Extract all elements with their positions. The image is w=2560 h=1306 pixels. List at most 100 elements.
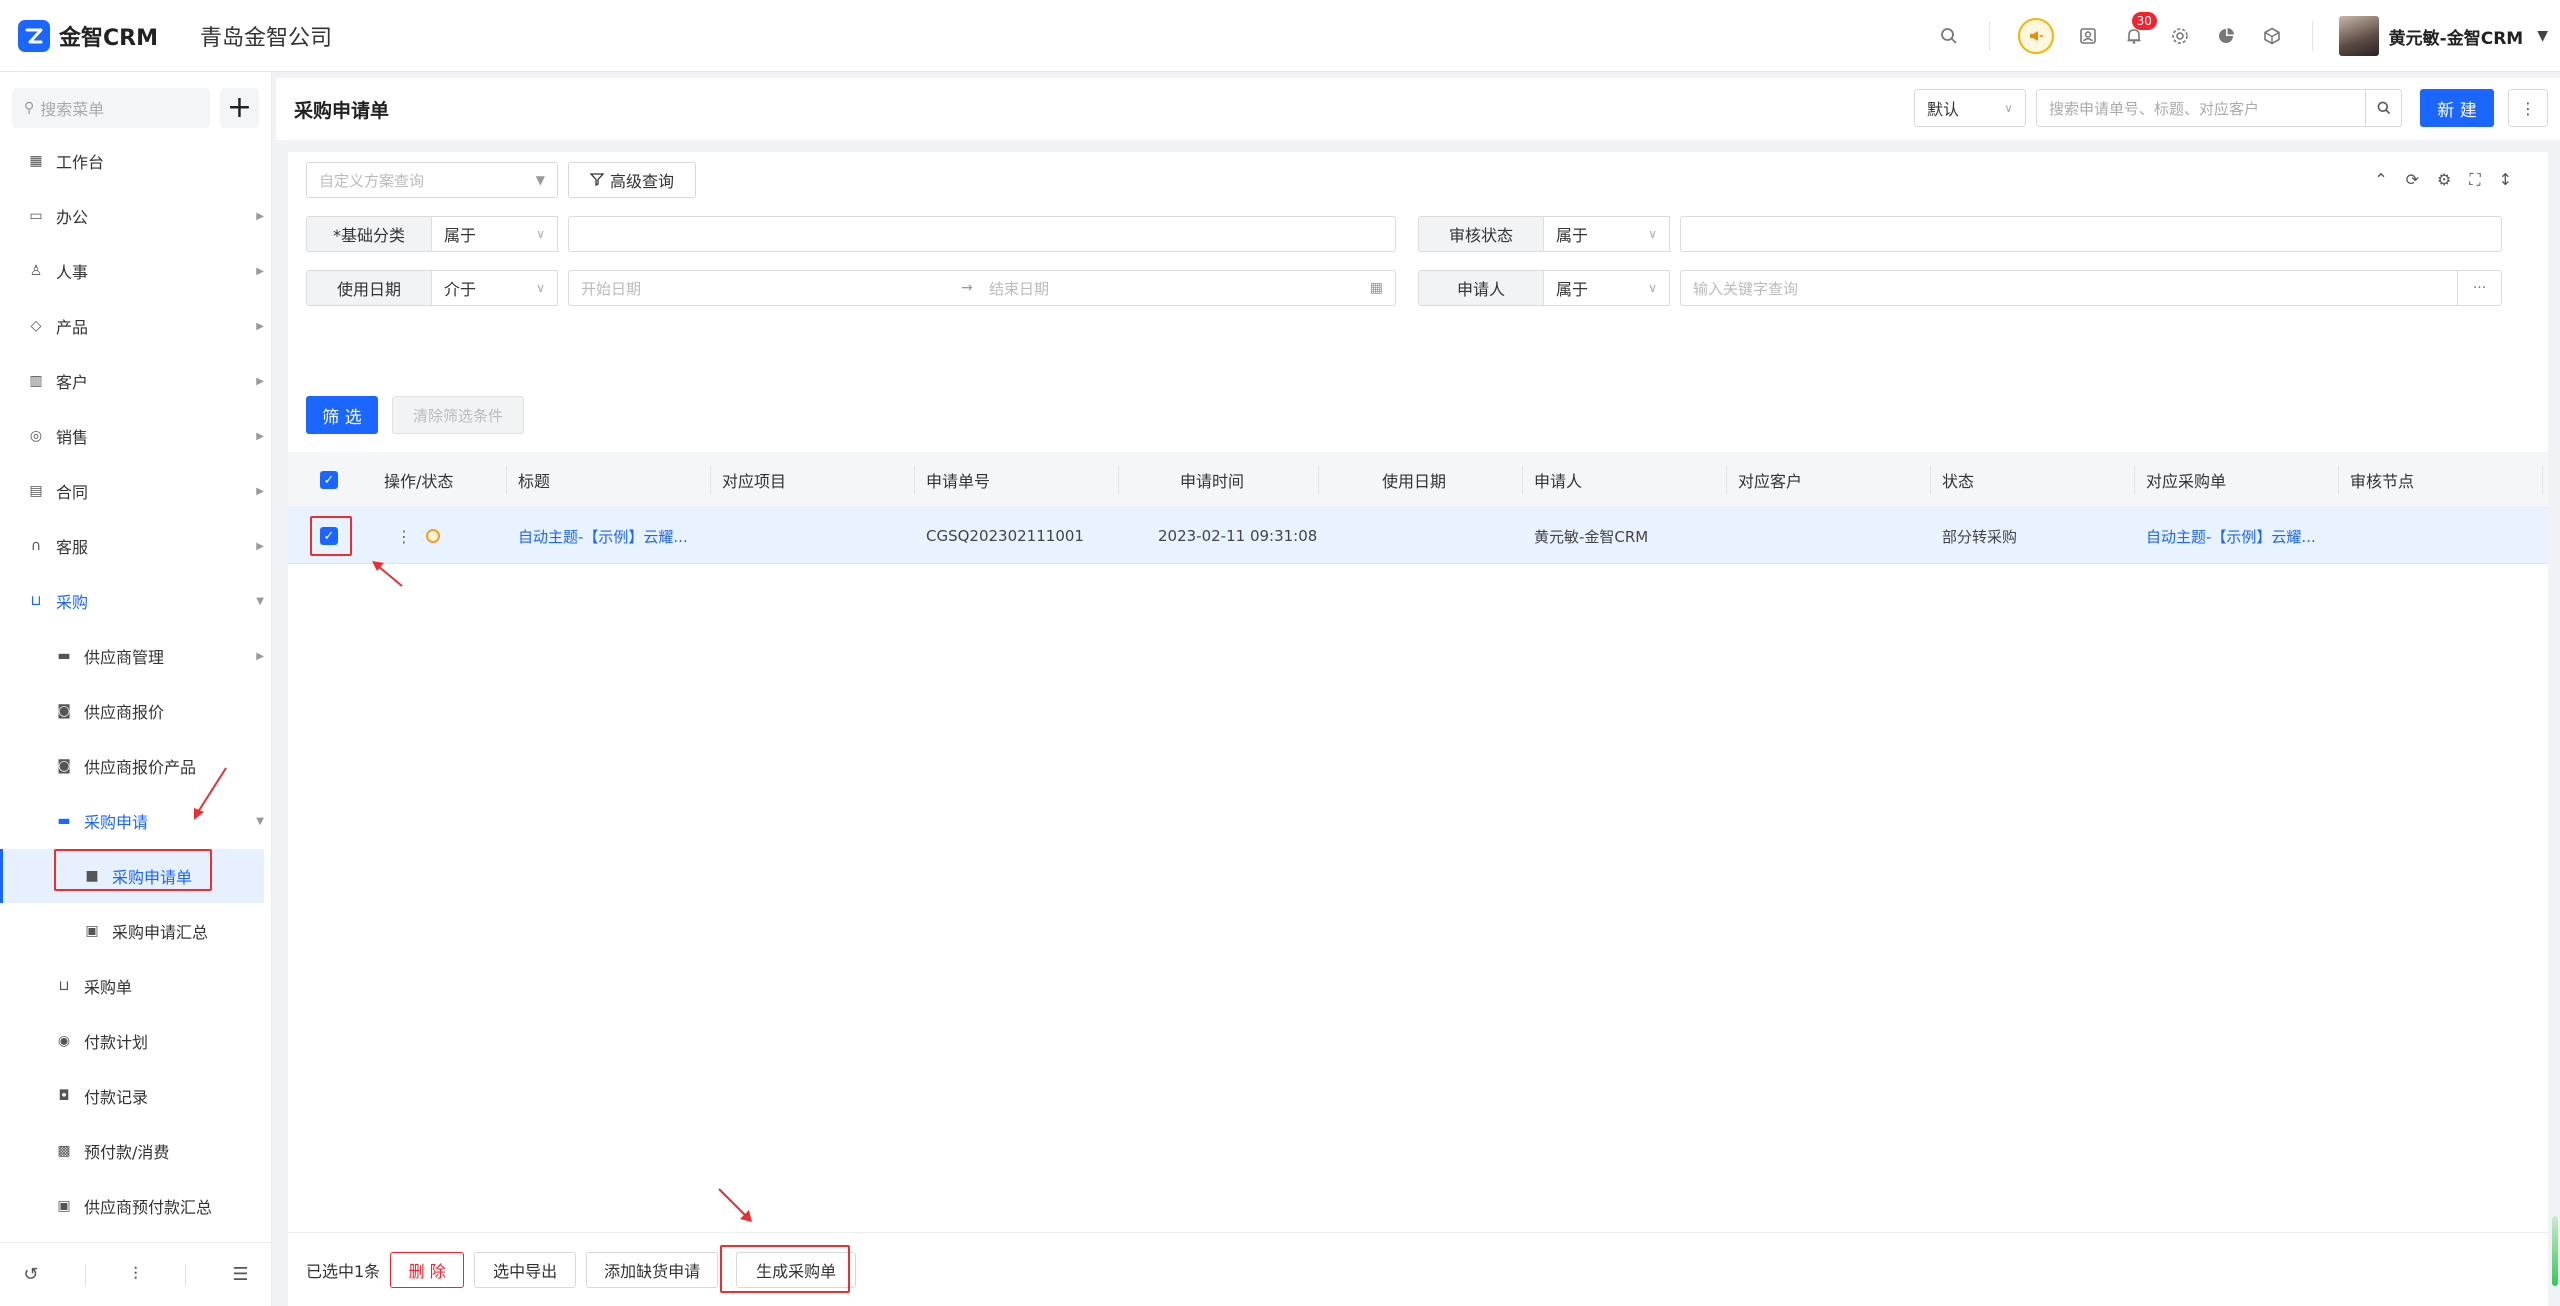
bell-icon[interactable]: 30 (2122, 12, 2157, 48)
main-area: 采购申请单 默认 ∨ 搜索申请单号、标题、对应客户 新 建 ⋮ 自定义方案查询 … (276, 72, 2560, 1306)
filter-row-category: *基础分类 属于 ∨ (306, 216, 1396, 252)
app-logo[interactable]: 金智CRM (18, 19, 158, 52)
sidebar-item-purchase[interactable]: ⊔ 采购 ▼ (0, 574, 264, 628)
filter-operator-select[interactable]: 介于 ∨ (432, 270, 558, 306)
avatar[interactable] (2338, 16, 2379, 56)
sidebar-item-supplier-management[interactable]: ▬ 供应商管理 ▶ (0, 629, 264, 683)
column-header[interactable]: 申请时间 (1180, 452, 1244, 508)
filter-label: 审核状态 (1418, 216, 1544, 252)
cube-icon[interactable] (2260, 24, 2284, 48)
row-purchase-order-link[interactable]: 自动主题-【示例】云耀... (2146, 508, 2316, 564)
highlight-box (720, 1245, 850, 1293)
filter-button[interactable]: 筛 选 (306, 396, 378, 434)
category-value-input[interactable] (568, 216, 1396, 252)
company-name: 青岛金智公司 (199, 25, 332, 51)
column-header[interactable]: 标题 (518, 452, 550, 508)
sidebar-item-label: 预付款/消费 (84, 1143, 170, 1162)
column-header[interactable]: 对应采购单 (2146, 452, 2226, 508)
sidebar-item-service[interactable]: ∩ 客服 ▶ (0, 519, 264, 573)
sidebar-item-supplier-quote[interactable]: ◙ 供应商报价 (0, 684, 264, 738)
column-header[interactable]: 申请人 (1534, 452, 1582, 508)
sidebar-item-product[interactable]: ◇ 产品 ▶ (0, 299, 264, 353)
sliders-icon[interactable]: ⫶ (133, 1264, 138, 1285)
record-icon: ◘ (58, 1088, 70, 1104)
settings-icon[interactable]: ⚙ (2437, 170, 2451, 190)
sidebar-item-contract[interactable]: ▤ 合同 ▶ (0, 464, 264, 518)
fullscreen-icon[interactable]: ⛶ (2469, 170, 2480, 190)
filter-operator-select[interactable]: 属于 ∨ (1544, 270, 1670, 306)
menu-search-input[interactable]: ⚲ 搜索菜单 (12, 88, 210, 128)
sidebar: ⚲ 搜索菜单 + ▦ 工作台 ▭ 办公 ▶ ♙ 人事 ▶ ◇ 产品 ▶ ▥ 客户… (0, 72, 272, 1306)
more-vertical-icon[interactable]: ⋮ (396, 527, 412, 546)
user-name[interactable]: 黄元敏-金智CRM (2389, 24, 2524, 49)
applicant-keyword-input[interactable]: 输入关键字查询 (1680, 270, 2458, 306)
contacts-icon[interactable] (2076, 24, 2100, 48)
divider (2134, 466, 2135, 494)
view-select[interactable]: 默认 ∨ (1914, 89, 2026, 127)
export-selected-button[interactable]: 选中导出 (474, 1251, 577, 1288)
sidebar-item-office[interactable]: ▭ 办公 ▶ (0, 189, 264, 243)
sidebar-item-hr[interactable]: ♙ 人事 ▶ (0, 244, 264, 298)
column-header[interactable]: 对应客户 (1738, 452, 1802, 508)
megaphone-icon[interactable] (2017, 18, 2054, 54)
caret-down-icon[interactable]: ▼ (2537, 28, 2548, 44)
sidebar-item-prepayment[interactable]: ▩ 预付款/消费 (0, 1124, 264, 1178)
row-title-link[interactable]: 自动主题-【示例】云耀... (518, 508, 688, 564)
column-header[interactable]: 使用日期 (1382, 452, 1446, 508)
header-search-input[interactable]: 搜索申请单号、标题、对应客户 (2036, 89, 2366, 127)
sidebar-item-purchase-request-summary[interactable]: ▣ 采购申请汇总 (0, 904, 264, 958)
more-vertical-icon[interactable]: ⋮ (2508, 89, 2548, 127)
sidebar-item-payment-plan[interactable]: ◉ 付款计划 (0, 1014, 264, 1068)
collapse-menu-icon[interactable]: ☰ (232, 1264, 248, 1285)
top-bar: 金智CRM 青岛金智公司 30 黄元敏-金智CRM ▼ (0, 0, 2560, 72)
sidebar-item-label: 合同 (56, 483, 89, 502)
sidebar-item-customer[interactable]: ▥ 客户 ▶ (0, 354, 264, 408)
history-icon[interactable]: ↺ (23, 1264, 38, 1285)
search-icon[interactable] (1937, 24, 1961, 48)
column-header[interactable]: 对应项目 (722, 452, 786, 508)
clear-filter-button[interactable]: 清除筛选条件 (392, 396, 524, 434)
column-header[interactable]: 操作/状态 (384, 452, 453, 508)
side-menu: ▦ 工作台 ▭ 办公 ▶ ♙ 人事 ▶ ◇ 产品 ▶ ▥ 客户 ▶ ◎ 销售 ▶ (0, 134, 271, 1217)
sidebar-item-payment-record[interactable]: ◘ 付款记录 (0, 1069, 264, 1123)
check-icon: ✓ (320, 471, 338, 489)
settings-icon[interactable] (2168, 24, 2192, 48)
sidebar-item-label: 供应商预付款汇总 (84, 1198, 213, 1217)
audit-status-value-input[interactable] (1680, 216, 2502, 252)
refresh-icon[interactable]: ⟳ (2406, 170, 2419, 190)
box-icon: ◇ (30, 318, 42, 334)
table-row[interactable]: ✓ ⋮ 自动主题-【示例】云耀... CGSQ202302111001 2023… (288, 508, 2548, 564)
search-icon[interactable] (2366, 89, 2402, 127)
scheme-select[interactable]: 自定义方案查询 ▼ (306, 162, 558, 198)
delete-button[interactable]: 删 除 (390, 1251, 465, 1288)
filter-operator-select[interactable]: 属于 ∨ (432, 216, 558, 252)
chevron-right-icon: ▶ (256, 430, 264, 442)
filter-operator-value: 介于 (444, 280, 477, 299)
sidebar-item-label: 办公 (56, 208, 89, 227)
divider (1988, 21, 1990, 51)
column-header[interactable]: 审核节点 (2350, 452, 2414, 508)
divider (85, 1263, 87, 1286)
add-menu-button[interactable]: + (219, 88, 259, 128)
sidebar-item-purchase-order[interactable]: ⊔ 采购单 (0, 959, 264, 1013)
filter-operator-select[interactable]: 属于 ∨ (1544, 216, 1670, 252)
chevron-down-icon: ∨ (536, 281, 545, 295)
new-button[interactable]: 新 建 (2420, 89, 2494, 127)
sidebar-item-label: 采购 (56, 593, 89, 612)
row-height-icon[interactable]: ↕ (2499, 170, 2512, 190)
select-all-checkbox[interactable]: ✓ (320, 452, 338, 508)
add-shortage-request-button[interactable]: 添加缺货申请 (586, 1251, 719, 1288)
more-horizontal-icon[interactable]: ··· (2458, 270, 2502, 306)
sidebar-item-sales[interactable]: ◎ 销售 ▶ (0, 409, 264, 463)
column-header[interactable]: 申请单号 (926, 452, 990, 508)
folder-icon: ▬ (57, 813, 71, 829)
selection-action-bar: 已选中1条 删 除 选中导出 添加缺货申请 生成采购单 (288, 1232, 2548, 1306)
column-header[interactable]: 状态 (1942, 452, 1974, 508)
sidebar-item-workbench[interactable]: ▦ 工作台 (0, 134, 264, 188)
pie-chart-icon[interactable] (2214, 24, 2238, 48)
sidebar-item-supplier-prepayment-summary[interactable]: ▣ 供应商预付款汇总 (0, 1179, 264, 1233)
collapse-up-icon[interactable]: ⌃ (2374, 170, 2387, 190)
folder-icon: ▬ (57, 648, 71, 664)
date-range-input[interactable]: 开始日期 → 结束日期 ▦ (568, 270, 1396, 306)
advanced-query-button[interactable]: 高级查询 (568, 162, 696, 198)
